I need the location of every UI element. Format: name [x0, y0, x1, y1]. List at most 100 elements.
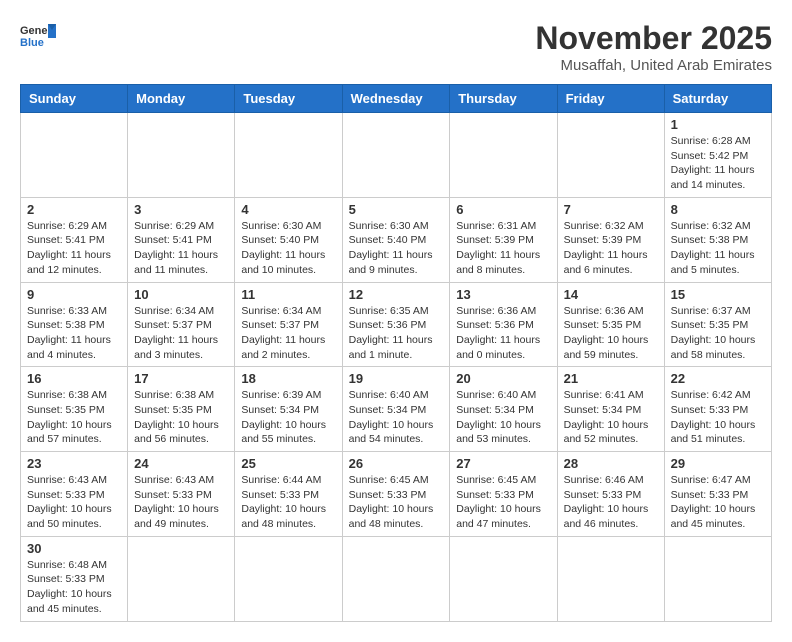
- day-number: 18: [241, 371, 335, 386]
- day-number: 25: [241, 456, 335, 471]
- day-number: 10: [134, 287, 228, 302]
- calendar-cell: 1 Sunrise: 6:28 AM Sunset: 5:42 PM Daylig…: [664, 113, 771, 198]
- day-number: 21: [564, 371, 658, 386]
- cell-info: Sunrise: 6:40 AM Sunset: 5:34 PM Dayligh…: [456, 388, 550, 447]
- cell-info: Sunrise: 6:31 AM Sunset: 5:39 PM Dayligh…: [456, 219, 550, 278]
- day-number: 8: [671, 202, 765, 217]
- calendar-cell: 10 Sunrise: 6:34 AM Sunset: 5:37 PM Dayli…: [128, 282, 235, 367]
- calendar-cell: 21 Sunrise: 6:41 AM Sunset: 5:34 PM Dayli…: [557, 367, 664, 452]
- cell-info: Sunrise: 6:34 AM Sunset: 5:37 PM Dayligh…: [134, 304, 228, 363]
- day-number: 24: [134, 456, 228, 471]
- cell-info: Sunrise: 6:32 AM Sunset: 5:38 PM Dayligh…: [671, 219, 765, 278]
- day-number: 19: [349, 371, 444, 386]
- month-title: November 2025: [535, 20, 772, 57]
- calendar-cell: 3 Sunrise: 6:29 AM Sunset: 5:41 PM Daylig…: [128, 197, 235, 282]
- day-number: 26: [349, 456, 444, 471]
- cell-info: Sunrise: 6:29 AM Sunset: 5:41 PM Dayligh…: [134, 219, 228, 278]
- week-row-2: 2 Sunrise: 6:29 AM Sunset: 5:41 PM Daylig…: [21, 197, 772, 282]
- weekday-header-sunday: Sunday: [21, 85, 128, 113]
- cell-info: Sunrise: 6:34 AM Sunset: 5:37 PM Dayligh…: [241, 304, 335, 363]
- calendar-cell: 28Sunrise: 6:46 AM Sunset: 5:33 PM Dayli…: [557, 452, 664, 537]
- title-area: November 2025 Musaffah, United Arab Emir…: [535, 20, 772, 74]
- day-number: 20: [456, 371, 550, 386]
- cell-info: Sunrise: 6:43 AM Sunset: 5:33 PM Dayligh…: [134, 473, 228, 532]
- day-number: 2: [27, 202, 121, 217]
- day-number: 29: [671, 456, 765, 471]
- location-subtitle: Musaffah, United Arab Emirates: [535, 57, 772, 74]
- day-number: 1: [671, 117, 765, 132]
- calendar-cell: 12Sunrise: 6:35 AM Sunset: 5:36 PM Dayli…: [342, 282, 450, 367]
- calendar-cell: 29 Sunrise: 6:47 AM Sunset: 5:33 PM Dayli…: [664, 452, 771, 537]
- cell-info: Sunrise: 6:33 AM Sunset: 5:38 PM Dayligh…: [27, 304, 121, 363]
- calendar-cell: 9Sunrise: 6:33 AM Sunset: 5:38 PM Daylig…: [21, 282, 128, 367]
- cell-info: Sunrise: 6:29 AM Sunset: 5:41 PM Dayligh…: [27, 219, 121, 278]
- calendar-cell: 7 Sunrise: 6:32 AM Sunset: 5:39 PM Daylig…: [557, 197, 664, 282]
- calendar-cell: 11 Sunrise: 6:34 AM Sunset: 5:37 PM Dayli…: [235, 282, 342, 367]
- calendar-cell: [235, 113, 342, 198]
- cell-info: Sunrise: 6:47 AM Sunset: 5:33 PM Dayligh…: [671, 473, 765, 532]
- calendar-cell: 25 Sunrise: 6:44 AM Sunset: 5:33 PM Dayli…: [235, 452, 342, 537]
- cell-info: Sunrise: 6:37 AM Sunset: 5:35 PM Dayligh…: [671, 304, 765, 363]
- calendar-cell: 2 Sunrise: 6:29 AM Sunset: 5:41 PM Daylig…: [21, 197, 128, 282]
- week-row-4: 16 Sunrise: 6:38 AM Sunset: 5:35 PM Dayli…: [21, 367, 772, 452]
- calendar-cell: 4Sunrise: 6:30 AM Sunset: 5:40 PM Daylig…: [235, 197, 342, 282]
- cell-info: Sunrise: 6:44 AM Sunset: 5:33 PM Dayligh…: [241, 473, 335, 532]
- calendar-cell: [664, 536, 771, 621]
- week-row-5: 23 Sunrise: 6:43 AM Sunset: 5:33 PM Dayli…: [21, 452, 772, 537]
- day-number: 15: [671, 287, 765, 302]
- calendar-cell: [450, 113, 557, 198]
- cell-info: Sunrise: 6:48 AM Sunset: 5:33 PM Dayligh…: [27, 558, 121, 617]
- calendar-cell: 22 Sunrise: 6:42 AM Sunset: 5:33 PM Dayli…: [664, 367, 771, 452]
- day-number: 5: [349, 202, 444, 217]
- calendar-cell: [235, 536, 342, 621]
- cell-info: Sunrise: 6:39 AM Sunset: 5:34 PM Dayligh…: [241, 388, 335, 447]
- calendar-cell: [557, 536, 664, 621]
- cell-info: Sunrise: 6:45 AM Sunset: 5:33 PM Dayligh…: [456, 473, 550, 532]
- cell-info: Sunrise: 6:41 AM Sunset: 5:34 PM Dayligh…: [564, 388, 658, 447]
- calendar-cell: 19 Sunrise: 6:40 AM Sunset: 5:34 PM Dayli…: [342, 367, 450, 452]
- calendar-cell: [21, 113, 128, 198]
- day-number: 22: [671, 371, 765, 386]
- cell-info: Sunrise: 6:46 AM Sunset: 5:33 PM Dayligh…: [564, 473, 658, 532]
- cell-info: Sunrise: 6:30 AM Sunset: 5:40 PM Dayligh…: [241, 219, 335, 278]
- cell-info: Sunrise: 6:38 AM Sunset: 5:35 PM Dayligh…: [134, 388, 228, 447]
- day-number: 30: [27, 541, 121, 556]
- day-number: 13: [456, 287, 550, 302]
- day-number: 7: [564, 202, 658, 217]
- calendar-cell: 24 Sunrise: 6:43 AM Sunset: 5:33 PM Dayli…: [128, 452, 235, 537]
- cell-info: Sunrise: 6:38 AM Sunset: 5:35 PM Dayligh…: [27, 388, 121, 447]
- cell-info: Sunrise: 6:30 AM Sunset: 5:40 PM Dayligh…: [349, 219, 444, 278]
- cell-info: Sunrise: 6:36 AM Sunset: 5:36 PM Dayligh…: [456, 304, 550, 363]
- calendar-table: SundayMondayTuesdayWednesdayThursdayFrid…: [20, 84, 772, 622]
- calendar-cell: [128, 113, 235, 198]
- cell-info: Sunrise: 6:36 AM Sunset: 5:35 PM Dayligh…: [564, 304, 658, 363]
- calendar-cell: 23 Sunrise: 6:43 AM Sunset: 5:33 PM Dayli…: [21, 452, 128, 537]
- cell-info: Sunrise: 6:45 AM Sunset: 5:33 PM Dayligh…: [349, 473, 444, 532]
- cell-info: Sunrise: 6:28 AM Sunset: 5:42 PM Dayligh…: [671, 134, 765, 193]
- logo-icon: General Blue: [20, 20, 56, 48]
- calendar-cell: 16 Sunrise: 6:38 AM Sunset: 5:35 PM Dayli…: [21, 367, 128, 452]
- cell-info: Sunrise: 6:32 AM Sunset: 5:39 PM Dayligh…: [564, 219, 658, 278]
- calendar-cell: 14 Sunrise: 6:36 AM Sunset: 5:35 PM Dayli…: [557, 282, 664, 367]
- cell-info: Sunrise: 6:43 AM Sunset: 5:33 PM Dayligh…: [27, 473, 121, 532]
- cell-info: Sunrise: 6:40 AM Sunset: 5:34 PM Dayligh…: [349, 388, 444, 447]
- day-number: 16: [27, 371, 121, 386]
- weekday-header-thursday: Thursday: [450, 85, 557, 113]
- calendar-cell: [128, 536, 235, 621]
- day-number: 3: [134, 202, 228, 217]
- calendar-cell: [342, 113, 450, 198]
- svg-text:Blue: Blue: [20, 37, 44, 48]
- calendar-cell: 15 Sunrise: 6:37 AM Sunset: 5:35 PM Dayli…: [664, 282, 771, 367]
- cell-info: Sunrise: 6:42 AM Sunset: 5:33 PM Dayligh…: [671, 388, 765, 447]
- day-number: 11: [241, 287, 335, 302]
- logo: General Blue: [20, 20, 56, 48]
- week-row-3: 9Sunrise: 6:33 AM Sunset: 5:38 PM Daylig…: [21, 282, 772, 367]
- weekday-header-saturday: Saturday: [664, 85, 771, 113]
- day-number: 14: [564, 287, 658, 302]
- calendar-cell: [342, 536, 450, 621]
- day-number: 12: [349, 287, 444, 302]
- page-header: General Blue November 2025 Musaffah, Uni…: [20, 20, 772, 74]
- calendar-cell: 26 Sunrise: 6:45 AM Sunset: 5:33 PM Dayli…: [342, 452, 450, 537]
- day-number: 23: [27, 456, 121, 471]
- calendar-cell: 6Sunrise: 6:31 AM Sunset: 5:39 PM Daylig…: [450, 197, 557, 282]
